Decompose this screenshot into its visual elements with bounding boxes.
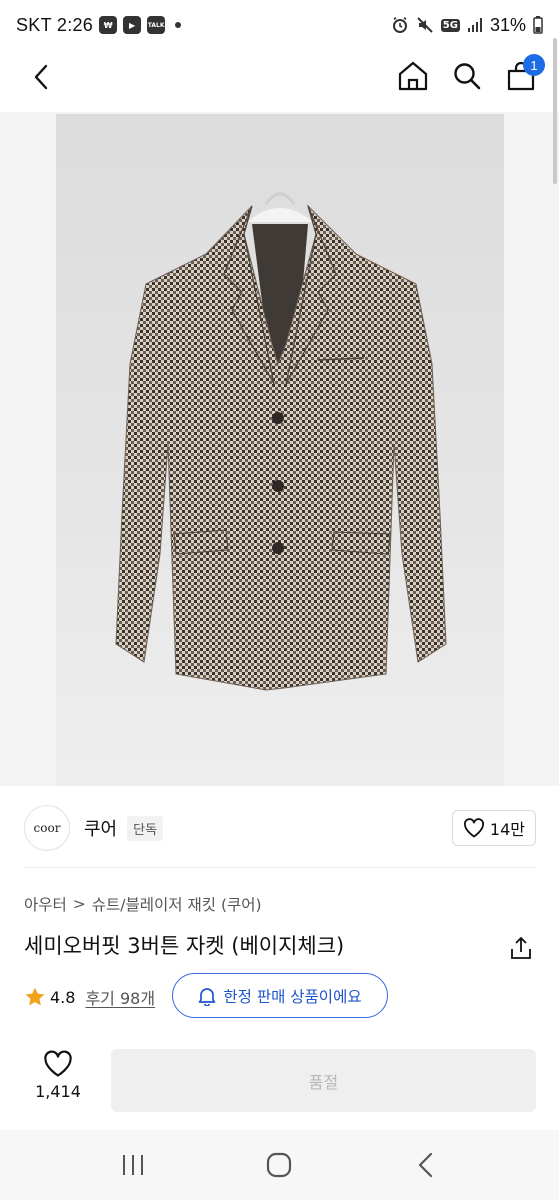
network-5g-icon: 5G	[440, 18, 460, 32]
exclusive-badge: 단독	[127, 815, 164, 841]
product-image-area[interactable]	[0, 112, 559, 786]
star-icon	[25, 987, 45, 1006]
breadcrumb-category[interactable]: 아우터	[24, 893, 67, 915]
carrier-time: SKT 2:26	[16, 14, 94, 35]
home-button[interactable]	[397, 60, 429, 92]
limited-sale-button[interactable]: 한정 판매 상품이에요	[172, 973, 388, 1018]
back-nav-button[interactable]	[406, 1145, 446, 1185]
brand-logo[interactable]: coor	[24, 805, 70, 851]
home-circle-icon	[267, 1152, 292, 1178]
review-link[interactable]: 후기 98개	[85, 985, 155, 1009]
breadcrumb-separator: >	[72, 895, 86, 913]
back-icon	[34, 64, 48, 90]
system-nav-bar	[0, 1130, 559, 1200]
battery-level: 31%	[489, 14, 526, 35]
pay-notification-icon: ₩	[99, 16, 118, 34]
scrollbar-thumb[interactable]	[553, 38, 557, 184]
top-nav: 1	[0, 50, 559, 106]
status-bar: SKT 2:26 ₩ ▶ TALK 5G 31%	[0, 0, 559, 50]
recent-apps-button[interactable]	[113, 1145, 153, 1185]
recent-apps-icon	[123, 1155, 144, 1175]
mute-icon	[416, 16, 434, 34]
breadcrumb: 아우터 > 슈트/블레이저 재킷 (쿠어)	[24, 893, 262, 915]
breadcrumb-subcategory[interactable]: 슈트/블레이저 재킷 (쿠어)	[92, 893, 262, 915]
search-icon	[454, 63, 481, 90]
alarm-icon	[391, 16, 409, 34]
back-nav-icon	[418, 1152, 432, 1178]
more-notifications-icon	[175, 22, 182, 28]
heart-icon	[44, 1050, 72, 1077]
wishlist-count: 1,414	[35, 1082, 81, 1101]
talk-notification-icon: TALK	[147, 16, 166, 34]
share-icon	[511, 937, 531, 959]
limited-sale-label: 한정 판매 상품이에요	[223, 987, 362, 1006]
cart-button[interactable]: 1	[505, 54, 545, 92]
rating-row: 4.8 후기 98개	[24, 975, 155, 1019]
product-photo	[56, 114, 504, 786]
heart-icon	[463, 818, 484, 838]
home-icon	[398, 61, 428, 91]
home-nav-button[interactable]	[259, 1145, 299, 1185]
bell-icon	[199, 987, 216, 1006]
battery-icon	[533, 16, 543, 34]
share-button[interactable]	[508, 934, 534, 962]
brand-name[interactable]: 쿠어	[84, 815, 117, 841]
wishlist-button[interactable]: 1,414	[28, 1050, 88, 1112]
divider	[24, 867, 536, 868]
brand-like-button[interactable]: 14만	[451, 810, 536, 846]
search-button[interactable]	[451, 60, 483, 92]
product-title: 세미오버핏 3버튼 자켓 (베이지체크)	[24, 934, 345, 958]
brand-row: coor 쿠어 단독 14만	[24, 801, 536, 855]
brand-like-count: 14만	[489, 820, 525, 839]
youtube-notification-icon: ▶	[123, 16, 142, 34]
rating-value: 4.8	[50, 987, 76, 1007]
soldout-button[interactable]: 품절	[111, 1049, 536, 1112]
signal-icon	[467, 17, 483, 33]
cart-count-badge: 1	[523, 54, 545, 76]
back-button[interactable]	[26, 62, 56, 92]
